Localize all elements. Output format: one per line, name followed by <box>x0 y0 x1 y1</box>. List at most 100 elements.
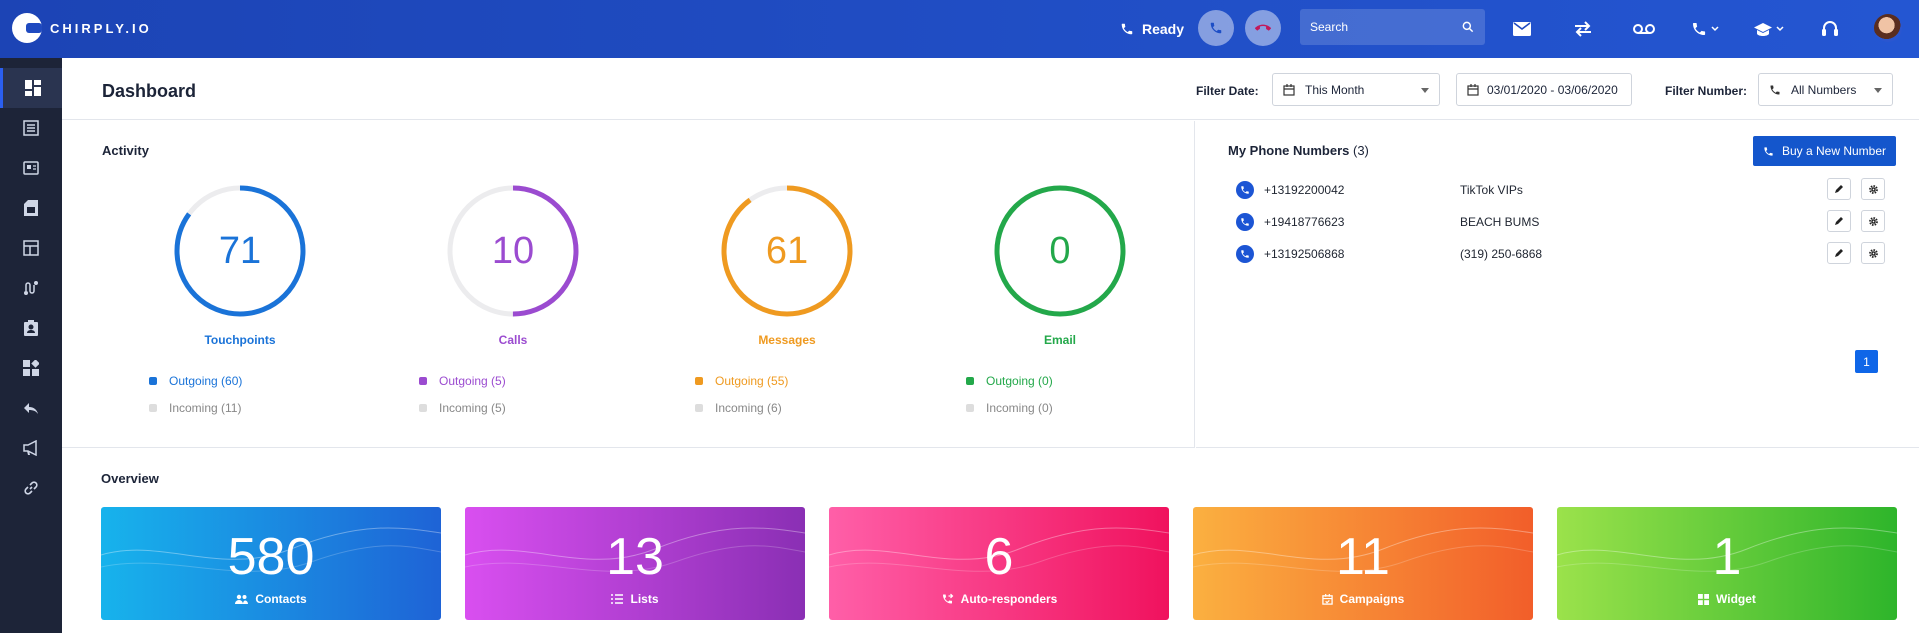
legend-incoming-text: Incoming (11) <box>169 400 242 415</box>
gauge-calls: 10 Calls <box>443 181 583 347</box>
activity-title: Activity <box>102 143 149 158</box>
legend-incoming: Incoming (5) <box>419 394 506 421</box>
reply-icon <box>24 403 38 414</box>
legend-calls: Outgoing (5) Incoming (5) <box>419 367 506 421</box>
sidebar-item-layout[interactable] <box>0 228 62 268</box>
sidebar-item-contact-badge[interactable] <box>0 308 62 348</box>
edit-button[interactable] <box>1827 210 1851 232</box>
legend-swatch <box>419 403 427 412</box>
gauge-label: Touchpoints <box>204 333 276 347</box>
legend-swatch <box>966 376 974 385</box>
sidebar-item-dashboard[interactable] <box>0 68 62 108</box>
voicemail-button[interactable] <box>1632 0 1656 58</box>
gauge-email: 0 Email <box>990 181 1130 347</box>
logo[interactable]: CHIRPLY.IO <box>12 13 152 43</box>
card-contacts[interactable]: 580 Contacts <box>101 507 441 620</box>
filter-date-value: This Month <box>1305 82 1365 97</box>
sidebar-item-sim[interactable] <box>0 188 62 228</box>
chevron-down-icon <box>1421 88 1429 93</box>
legend-swatch <box>966 403 974 412</box>
date-range-picker[interactable]: 03/01/2020 - 03/06/2020 <box>1456 73 1632 106</box>
card-value: 1 <box>1712 528 1742 586</box>
phone-number: +19418776623 <box>1264 215 1345 229</box>
sidebar-item-contacts-card[interactable] <box>0 148 62 188</box>
gauge-label: Email <box>1043 333 1076 347</box>
settings-button[interactable] <box>1861 242 1885 264</box>
auto-responder-icon <box>942 593 954 604</box>
calendar-icon <box>1321 593 1333 605</box>
gauge-label: Calls <box>498 333 528 347</box>
gear-icon <box>1868 248 1878 258</box>
legend-incoming: Incoming (11) <box>149 394 242 421</box>
legend-incoming-text: Incoming (0) <box>986 400 1053 415</box>
search-icon[interactable] <box>1461 20 1475 34</box>
card-lists[interactable]: 13 Lists <box>465 507 805 620</box>
mail-button[interactable] <box>1512 0 1532 58</box>
legend-outgoing: Outgoing (0) <box>966 367 1053 394</box>
phone-icon <box>1236 213 1254 231</box>
sidebar-item-routing[interactable] <box>0 268 62 308</box>
edit-button[interactable] <box>1827 242 1851 264</box>
transfer-button[interactable] <box>1573 0 1593 58</box>
phone-numbers-panel: My Phone Numbers (3) Buy a New Number +1… <box>1196 121 1919 448</box>
legend-outgoing-text: Outgoing (60) <box>169 373 243 388</box>
phone-numbers-title: My Phone Numbers (3) <box>1228 143 1369 158</box>
list-icon <box>611 594 624 604</box>
phone-icon <box>1236 181 1254 199</box>
sidebar-item-reply[interactable] <box>0 388 62 428</box>
pencil-icon <box>1835 217 1843 225</box>
legend-email: Outgoing (0) Incoming (0) <box>966 367 1053 421</box>
pencil-icon <box>1835 249 1843 257</box>
legend-incoming: Incoming (6) <box>695 394 788 421</box>
pencil-icon <box>1835 185 1843 193</box>
card-label-row: Lists <box>465 592 805 606</box>
sidebar-item-widgets[interactable] <box>0 348 62 388</box>
pagination-page-1[interactable]: 1 <box>1855 350 1878 373</box>
education-dropdown-icon <box>1754 23 1784 36</box>
status-text: Ready <box>1142 21 1185 37</box>
settings-button[interactable] <box>1861 210 1885 232</box>
hangup-button[interactable] <box>1245 10 1281 46</box>
legend-outgoing: Outgoing (55) <box>695 367 788 394</box>
phone-numbers-title-text: My Phone Numbers <box>1228 143 1350 158</box>
gear-icon <box>1868 216 1878 226</box>
search-box[interactable] <box>1300 9 1485 45</box>
phone-menu[interactable] <box>1690 0 1722 58</box>
filter-date-select[interactable]: This Month <box>1272 73 1440 106</box>
widgets-icon <box>23 360 39 376</box>
transfer-icon <box>1575 21 1591 37</box>
search-input[interactable] <box>1310 20 1450 34</box>
legend-outgoing: Outgoing (60) <box>149 367 242 394</box>
edit-button[interactable] <box>1827 178 1851 200</box>
gear-icon <box>1868 184 1878 194</box>
user-avatar[interactable] <box>1874 14 1902 42</box>
contact-card-icon <box>23 161 39 175</box>
call-button[interactable] <box>1198 10 1234 46</box>
settings-button[interactable] <box>1861 178 1885 200</box>
phone-icon <box>1210 22 1222 34</box>
education-menu[interactable] <box>1752 0 1788 58</box>
page-header: Dashboard Filter Date: This Month 03/01/… <box>62 58 1919 120</box>
headset-icon <box>1822 21 1838 36</box>
sidebar-item-campaigns[interactable] <box>0 428 62 468</box>
card-label-row: Widget <box>1557 592 1897 606</box>
filter-number-label: Filter Number: <box>1665 84 1748 98</box>
logo-text: CHIRPLY.IO <box>50 20 152 36</box>
card-widget[interactable]: 1 Widget <box>1557 507 1897 620</box>
sidebar-item-lists[interactable] <box>0 108 62 148</box>
contacts-icon <box>235 594 249 604</box>
list-icon <box>23 120 39 136</box>
legend-swatch <box>695 403 703 412</box>
card-label: Contacts <box>255 592 307 606</box>
legend-outgoing-text: Outgoing (5) <box>439 373 506 388</box>
card-auto-responders[interactable]: 6 Auto-responders <box>829 507 1169 620</box>
status-indicator[interactable]: Ready <box>1120 0 1184 58</box>
support-button[interactable] <box>1820 0 1840 58</box>
filter-number-select[interactable]: All Numbers <box>1758 73 1893 106</box>
legend-outgoing-text: Outgoing (55) <box>715 373 789 388</box>
sidebar-item-integrations[interactable] <box>0 468 62 508</box>
buy-number-button[interactable]: Buy a New Number <box>1753 136 1896 166</box>
legend-swatch <box>419 376 427 385</box>
card-label: Widget <box>1716 592 1756 606</box>
card-campaigns[interactable]: 11 Campaigns <box>1193 507 1533 620</box>
